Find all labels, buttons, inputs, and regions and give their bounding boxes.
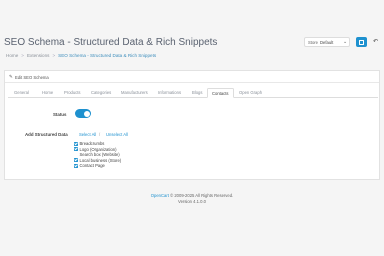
page-header: SEO Schema - Structured Data & Rich Snip… bbox=[0, 0, 384, 62]
checkbox-item-local-business[interactable]: Local business (Store) bbox=[74, 158, 121, 163]
footer: OpenCart © 2009-2025 All Rights Reserved… bbox=[0, 193, 384, 205]
checkbox-checked[interactable] bbox=[74, 158, 78, 162]
tab-open-graph[interactable]: Open Graph bbox=[235, 88, 266, 98]
save-icon bbox=[359, 39, 364, 45]
store-label: Store bbox=[308, 40, 319, 45]
breadcrumb-current[interactable]: SEO Schema - Structured Data & Rich Snip… bbox=[58, 53, 156, 58]
breadcrumb-separator: > bbox=[52, 53, 56, 58]
breadcrumb-home[interactable]: Home bbox=[6, 53, 18, 58]
store-selector[interactable]: Store Default ⌄ bbox=[304, 37, 350, 47]
tab-contacts[interactable]: Contacts bbox=[207, 88, 234, 98]
breadcrumb: Home > Extensions > SEO Schema - Structured … bbox=[6, 53, 156, 58]
checkbox-item-contact-page[interactable]: Contact Page bbox=[74, 163, 105, 168]
checkbox-label: Breadcrumbs bbox=[79, 141, 105, 146]
toggle-knob bbox=[83, 110, 90, 117]
select-separator: / bbox=[99, 132, 101, 137]
panel-heading: ✎ Edit SEO Schema bbox=[5, 71, 379, 83]
footer-version: Version 4.1.0.0 bbox=[178, 199, 206, 204]
panel-heading-text: Edit SEO Schema bbox=[15, 74, 49, 80]
tab-home[interactable]: Home bbox=[38, 88, 57, 98]
tab-manufacturers[interactable]: Manufacturers bbox=[117, 88, 152, 98]
save-button[interactable] bbox=[356, 37, 367, 47]
checkbox-label: Local business (Store) bbox=[79, 157, 122, 163]
breadcrumb-extensions[interactable]: Extensions bbox=[27, 53, 49, 58]
status-label: Status bbox=[53, 112, 67, 117]
structured-data-label: Add Structured Data bbox=[25, 132, 68, 137]
tab-bar: General Home Products Categories Manufac… bbox=[8, 88, 378, 98]
checkbox-label: Search box (Website) bbox=[79, 152, 120, 157]
breadcrumb-separator: > bbox=[21, 53, 24, 58]
select-all-link[interactable]: Select All bbox=[79, 132, 96, 137]
checkbox-label: Contact Page bbox=[79, 163, 105, 168]
unselect-all-link[interactable]: Unselect All bbox=[106, 132, 128, 137]
page-title: SEO Schema - Structured Data & Rich Snip… bbox=[4, 37, 218, 48]
pencil-icon: ✎ bbox=[9, 74, 13, 79]
tab-categories[interactable]: Categories bbox=[87, 88, 115, 98]
edit-panel: ✎ Edit SEO Schema General Home Products … bbox=[4, 70, 380, 180]
checkbox-checked[interactable] bbox=[74, 147, 78, 151]
checkbox-checked[interactable] bbox=[74, 163, 78, 168]
tab-informations[interactable]: Informations bbox=[154, 88, 185, 98]
checkbox-checked[interactable] bbox=[74, 141, 78, 146]
copyright-text: © 2009-2025 All Rights Reserved. bbox=[170, 193, 234, 198]
back-button[interactable]: ↶ bbox=[371, 37, 380, 47]
checkbox-label: Logo (Organization) bbox=[79, 146, 117, 152]
tab-blogs[interactable]: Blogs bbox=[188, 88, 206, 98]
chevron-down-icon: ⌄ bbox=[343, 39, 348, 45]
reply-icon: ↶ bbox=[372, 39, 379, 45]
store-select-value[interactable]: Default bbox=[320, 40, 333, 45]
checkbox-item-search-box[interactable]: Search box (Website) bbox=[74, 152, 120, 157]
tab-general[interactable]: General bbox=[10, 88, 33, 98]
status-toggle[interactable] bbox=[75, 109, 91, 118]
opencart-link[interactable]: OpenCart bbox=[151, 193, 169, 198]
checkbox-item-logo[interactable]: Logo (Organization) bbox=[74, 147, 117, 152]
tab-products[interactable]: Products bbox=[60, 88, 85, 98]
checkbox-item-breadcrumbs[interactable]: Breadcrumbs bbox=[74, 141, 104, 146]
